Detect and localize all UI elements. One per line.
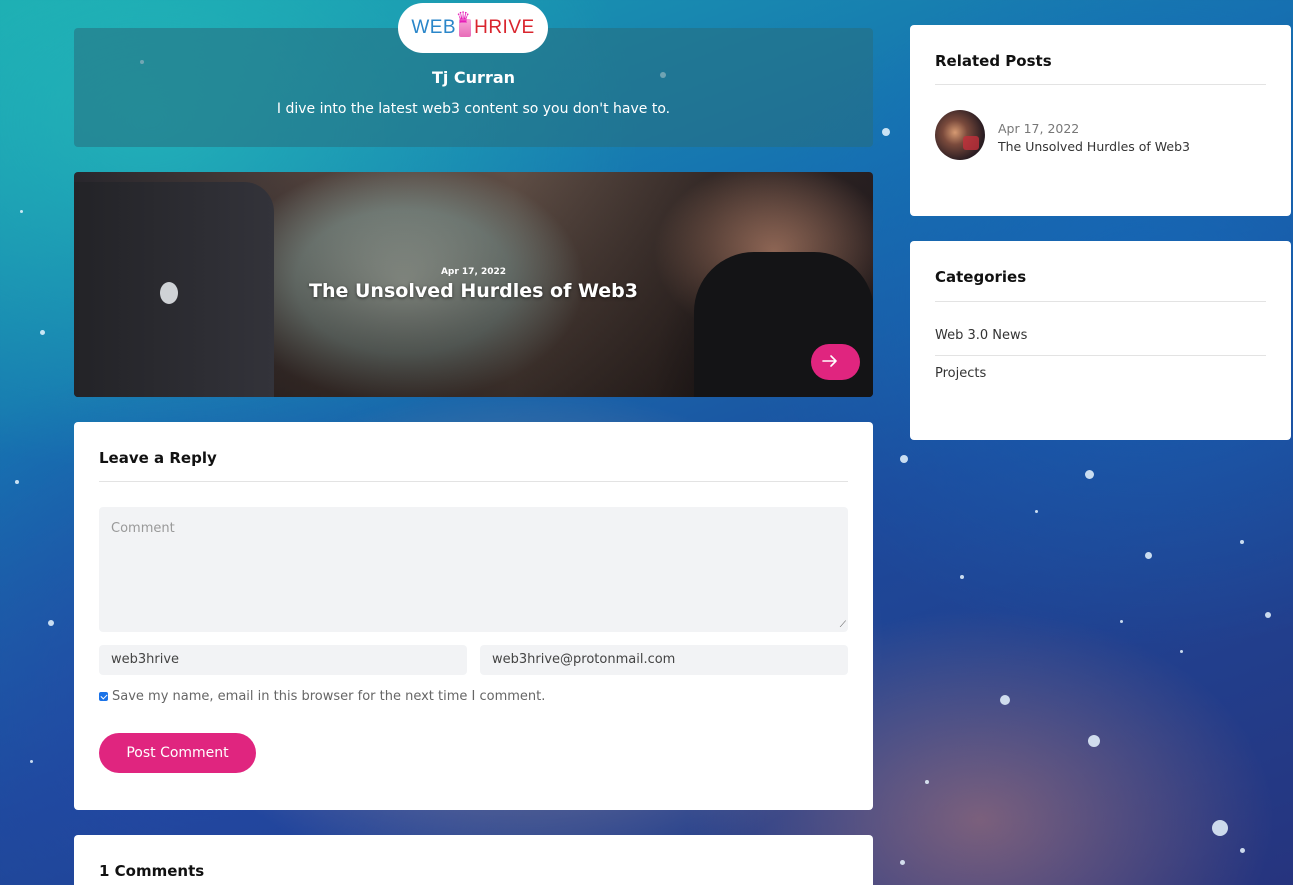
comments-heading: 1 Comments — [99, 862, 205, 880]
site-logo[interactable]: WEB HRIVE — [398, 3, 548, 53]
reply-heading: Leave a Reply — [99, 449, 217, 467]
categories-heading: Categories — [935, 268, 1027, 286]
reply-form-card: Leave a Reply Comment ⟋ web3hrive web3hr… — [74, 422, 873, 810]
divider — [935, 84, 1266, 85]
related-post-date: Apr 17, 2022 — [998, 121, 1080, 136]
featured-post-date: Apr 17, 2022 — [440, 267, 507, 277]
logo-word-hrive: HRIVE — [474, 17, 535, 38]
author-bio: I dive into the latest web3 content so y… — [276, 101, 671, 117]
featured-post-title[interactable]: The Unsolved Hurdles of Web3 — [74, 280, 873, 302]
arrow-right-icon — [822, 354, 837, 367]
logo-word-web: WEB — [411, 17, 457, 38]
related-post-thumbnail[interactable] — [935, 110, 985, 160]
save-info-row: Save my name, email in this browser for … — [99, 689, 545, 704]
comment-textarea[interactable]: Comment ⟋ — [99, 507, 848, 632]
related-posts-heading: Related Posts — [935, 52, 1052, 70]
featured-post-card[interactable]: Apr 17, 2022 The Unsolved Hurdles of Web… — [74, 172, 873, 397]
resize-handle-icon[interactable]: ⟋ — [840, 620, 846, 630]
author-name: Tj Curran — [431, 68, 516, 87]
post-comment-button[interactable]: Post Comment — [99, 733, 256, 773]
name-input[interactable]: web3hrive — [99, 645, 467, 675]
divider — [935, 355, 1266, 356]
categories-widget: Categories Web 3.0 News Projects — [910, 241, 1291, 440]
category-item-projects[interactable]: Projects — [935, 366, 986, 381]
related-post-title[interactable]: The Unsolved Hurdles of Web3 — [998, 139, 1190, 154]
save-info-checkbox[interactable] — [99, 692, 108, 701]
read-more-button[interactable] — [811, 344, 860, 380]
category-item-web3-news[interactable]: Web 3.0 News — [935, 328, 1027, 343]
divider — [935, 301, 1266, 302]
comment-placeholder: Comment — [111, 521, 175, 536]
email-input[interactable]: web3hrive@protonmail.com — [480, 645, 848, 675]
comments-card: 1 Comments — [74, 835, 873, 885]
crown-icon: ♛ — [456, 8, 471, 27]
divider — [99, 481, 848, 482]
related-posts-widget: Related Posts Apr 17, 2022 The Unsolved … — [910, 25, 1291, 216]
save-info-label: Save my name, email in this browser for … — [112, 689, 546, 704]
